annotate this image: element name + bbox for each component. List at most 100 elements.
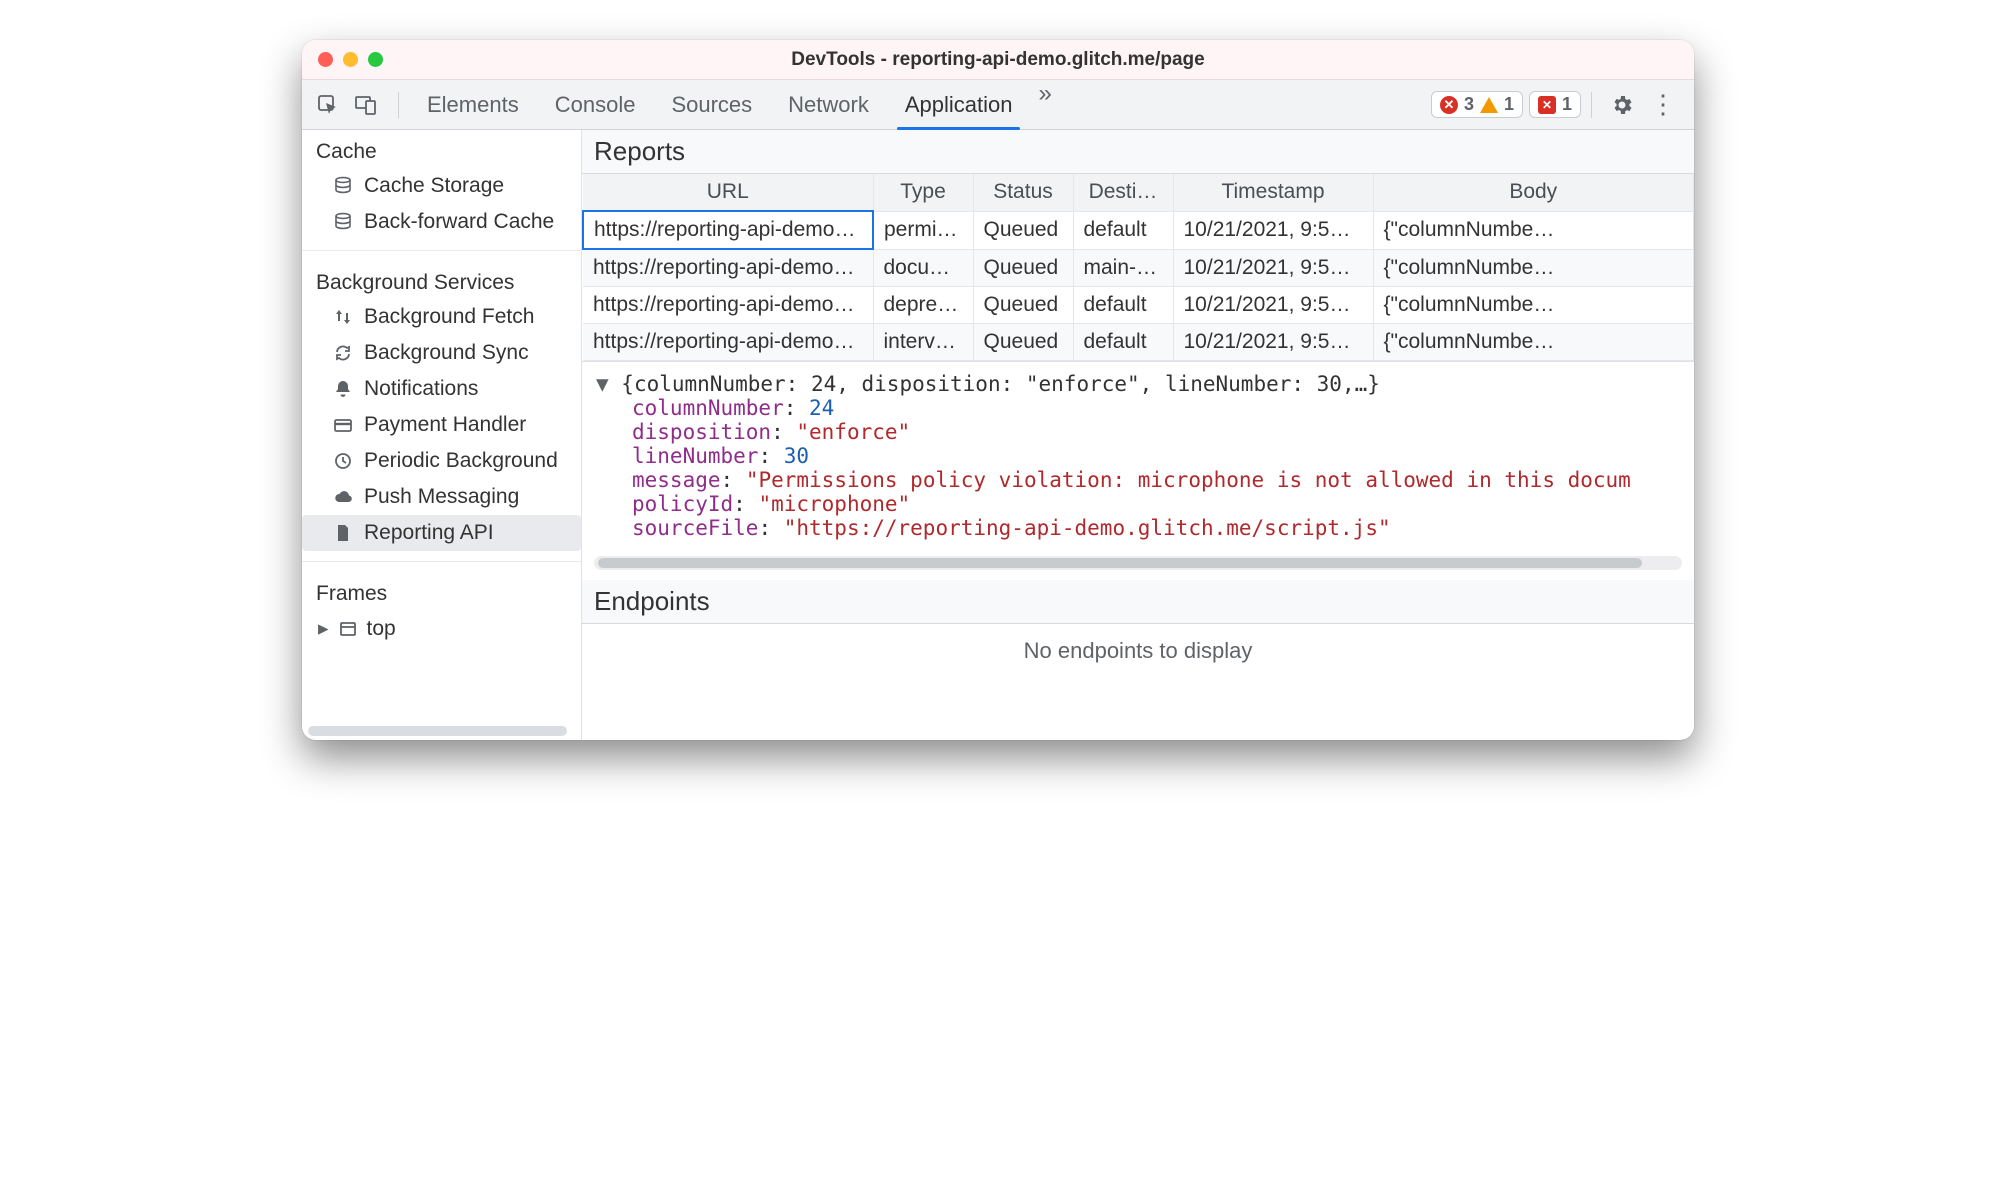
error-count: 3 xyxy=(1464,94,1474,115)
window-icon xyxy=(337,618,359,640)
sidebar-item-bg-sync[interactable]: Background Sync xyxy=(302,335,581,371)
cell-status: Queued xyxy=(973,287,1073,324)
sidebar-group-bg-services: Background Services xyxy=(302,261,581,299)
cell-type: docu… xyxy=(873,249,973,287)
issues-badge[interactable]: ✕ 1 xyxy=(1529,91,1581,118)
sync-icon xyxy=(332,342,354,364)
col-destination[interactable]: Desti… xyxy=(1073,174,1173,211)
sidebar-group-cache: Cache xyxy=(302,130,581,168)
frame-label: top xyxy=(367,617,396,641)
json-key: columnNumber xyxy=(632,396,784,420)
json-summary: {columnNumber: 24, disposition: "enforce… xyxy=(621,372,1380,396)
sidebar-item-cache-storage[interactable]: Cache Storage xyxy=(302,168,581,204)
scrollbar-thumb[interactable] xyxy=(598,558,1642,568)
device-toolbar-icon[interactable] xyxy=(350,89,382,121)
cell-body: {"columnNumbe… xyxy=(1373,324,1694,361)
cell-ts: 10/21/2021, 9:5… xyxy=(1173,211,1373,249)
more-options-icon[interactable]: ⋮ xyxy=(1642,89,1684,120)
sidebar-item-frame-top[interactable]: ▸ top xyxy=(302,610,581,647)
credit-card-icon xyxy=(332,414,354,436)
json-key: message xyxy=(632,468,721,492)
toolbar-divider xyxy=(1591,92,1592,118)
window-controls xyxy=(318,52,383,67)
more-tabs-icon[interactable]: » xyxy=(1030,80,1059,129)
sidebar-item-push-messaging[interactable]: Push Messaging xyxy=(302,479,581,515)
json-value: 24 xyxy=(809,396,834,420)
cell-body: {"columnNumbe… xyxy=(1373,249,1694,287)
cell-ts: 10/21/2021, 9:5… xyxy=(1173,249,1373,287)
report-body-viewer: ▼ {columnNumber: 24, disposition: "enfor… xyxy=(582,361,1694,548)
inspect-element-icon[interactable] xyxy=(312,89,344,121)
json-key: disposition xyxy=(632,420,771,444)
clock-icon xyxy=(332,450,354,472)
console-errors-warnings-badge[interactable]: ✕ 3 1 xyxy=(1431,91,1523,118)
error-icon: ✕ xyxy=(1440,96,1458,114)
settings-icon[interactable] xyxy=(1608,91,1636,119)
endpoints-empty-text: No endpoints to display xyxy=(582,624,1694,682)
warning-icon xyxy=(1480,97,1498,113)
col-timestamp[interactable]: Timestamp xyxy=(1173,174,1373,211)
sidebar-item-label: Notifications xyxy=(364,377,478,401)
cell-dest: main-… xyxy=(1073,249,1173,287)
tab-network[interactable]: Network xyxy=(770,80,887,129)
expand-toggle-icon[interactable]: ▼ xyxy=(596,372,621,396)
cell-body: {"columnNumbe… xyxy=(1373,287,1694,324)
col-body[interactable]: Body xyxy=(1373,174,1694,211)
cell-url: https://reporting-api-demo… xyxy=(583,287,873,324)
main-toolbar: Elements Console Sources Network Applica… xyxy=(302,80,1694,130)
cell-body: {"columnNumbe… xyxy=(1373,211,1694,249)
sidebar-item-label: Periodic Background xyxy=(364,449,558,473)
sidebar-item-label: Background Sync xyxy=(364,341,529,365)
cell-type: depre… xyxy=(873,287,973,324)
horizontal-scrollbar[interactable] xyxy=(594,556,1682,570)
sidebar-item-label: Background Fetch xyxy=(364,305,534,329)
json-value: "Permissions policy violation: microphon… xyxy=(746,468,1631,492)
endpoints-header: Endpoints xyxy=(582,580,1694,624)
sidebar-item-bf-cache[interactable]: Back-forward Cache xyxy=(302,204,581,240)
table-row[interactable]: https://reporting-api-demo… permi… Queue… xyxy=(583,211,1694,249)
json-value: "microphone" xyxy=(758,492,910,516)
horizontal-scrollbar[interactable] xyxy=(308,726,567,736)
table-row[interactable]: https://reporting-api-demo… interv… Queu… xyxy=(583,324,1694,361)
table-row[interactable]: https://reporting-api-demo… docu… Queued… xyxy=(583,249,1694,287)
cell-url: https://reporting-api-demo… xyxy=(583,211,873,249)
minimize-window-button[interactable] xyxy=(343,52,358,67)
json-key: sourceFile xyxy=(632,516,758,540)
updown-arrows-icon xyxy=(332,306,354,328)
sidebar-item-label: Back-forward Cache xyxy=(364,210,554,234)
json-key: lineNumber xyxy=(632,444,758,468)
close-window-button[interactable] xyxy=(318,52,333,67)
sidebar-group-frames: Frames xyxy=(302,572,581,610)
col-status[interactable]: Status xyxy=(973,174,1073,211)
col-type[interactable]: Type xyxy=(873,174,973,211)
database-icon xyxy=(332,211,354,233)
zoom-window-button[interactable] xyxy=(368,52,383,67)
sidebar-item-bg-fetch[interactable]: Background Fetch xyxy=(302,299,581,335)
table-header-row: URL Type Status Desti… Timestamp Body xyxy=(583,174,1694,211)
tab-console[interactable]: Console xyxy=(537,80,654,129)
sidebar-divider xyxy=(302,250,581,251)
col-url[interactable]: URL xyxy=(583,174,873,211)
sidebar-item-periodic-bg[interactable]: Periodic Background xyxy=(302,443,581,479)
cell-type: interv… xyxy=(873,324,973,361)
sidebar-item-reporting-api[interactable]: Reporting API xyxy=(302,515,581,551)
tab-elements[interactable]: Elements xyxy=(409,80,537,129)
titlebar: DevTools - reporting-api-demo.glitch.me/… xyxy=(302,40,1694,80)
cell-status: Queued xyxy=(973,211,1073,249)
window-title: DevTools - reporting-api-demo.glitch.me/… xyxy=(302,49,1694,71)
sidebar-item-notifications[interactable]: Notifications xyxy=(302,371,581,407)
reports-header: Reports xyxy=(582,130,1694,174)
tab-sources[interactable]: Sources xyxy=(653,80,770,129)
sidebar-item-payment-handler[interactable]: Payment Handler xyxy=(302,407,581,443)
cell-url: https://reporting-api-demo… xyxy=(583,324,873,361)
cell-dest: default xyxy=(1073,211,1173,249)
table-row[interactable]: https://reporting-api-demo… depre… Queue… xyxy=(583,287,1694,324)
tab-application[interactable]: Application xyxy=(887,80,1031,129)
json-value: "https://reporting-api-demo.glitch.me/sc… xyxy=(784,516,1391,540)
cell-dest: default xyxy=(1073,324,1173,361)
json-key: policyId xyxy=(632,492,733,516)
warning-count: 1 xyxy=(1504,94,1514,115)
cell-status: Queued xyxy=(973,249,1073,287)
cell-type: permi… xyxy=(873,211,973,249)
reports-table: URL Type Status Desti… Timestamp Body ht… xyxy=(582,174,1694,361)
